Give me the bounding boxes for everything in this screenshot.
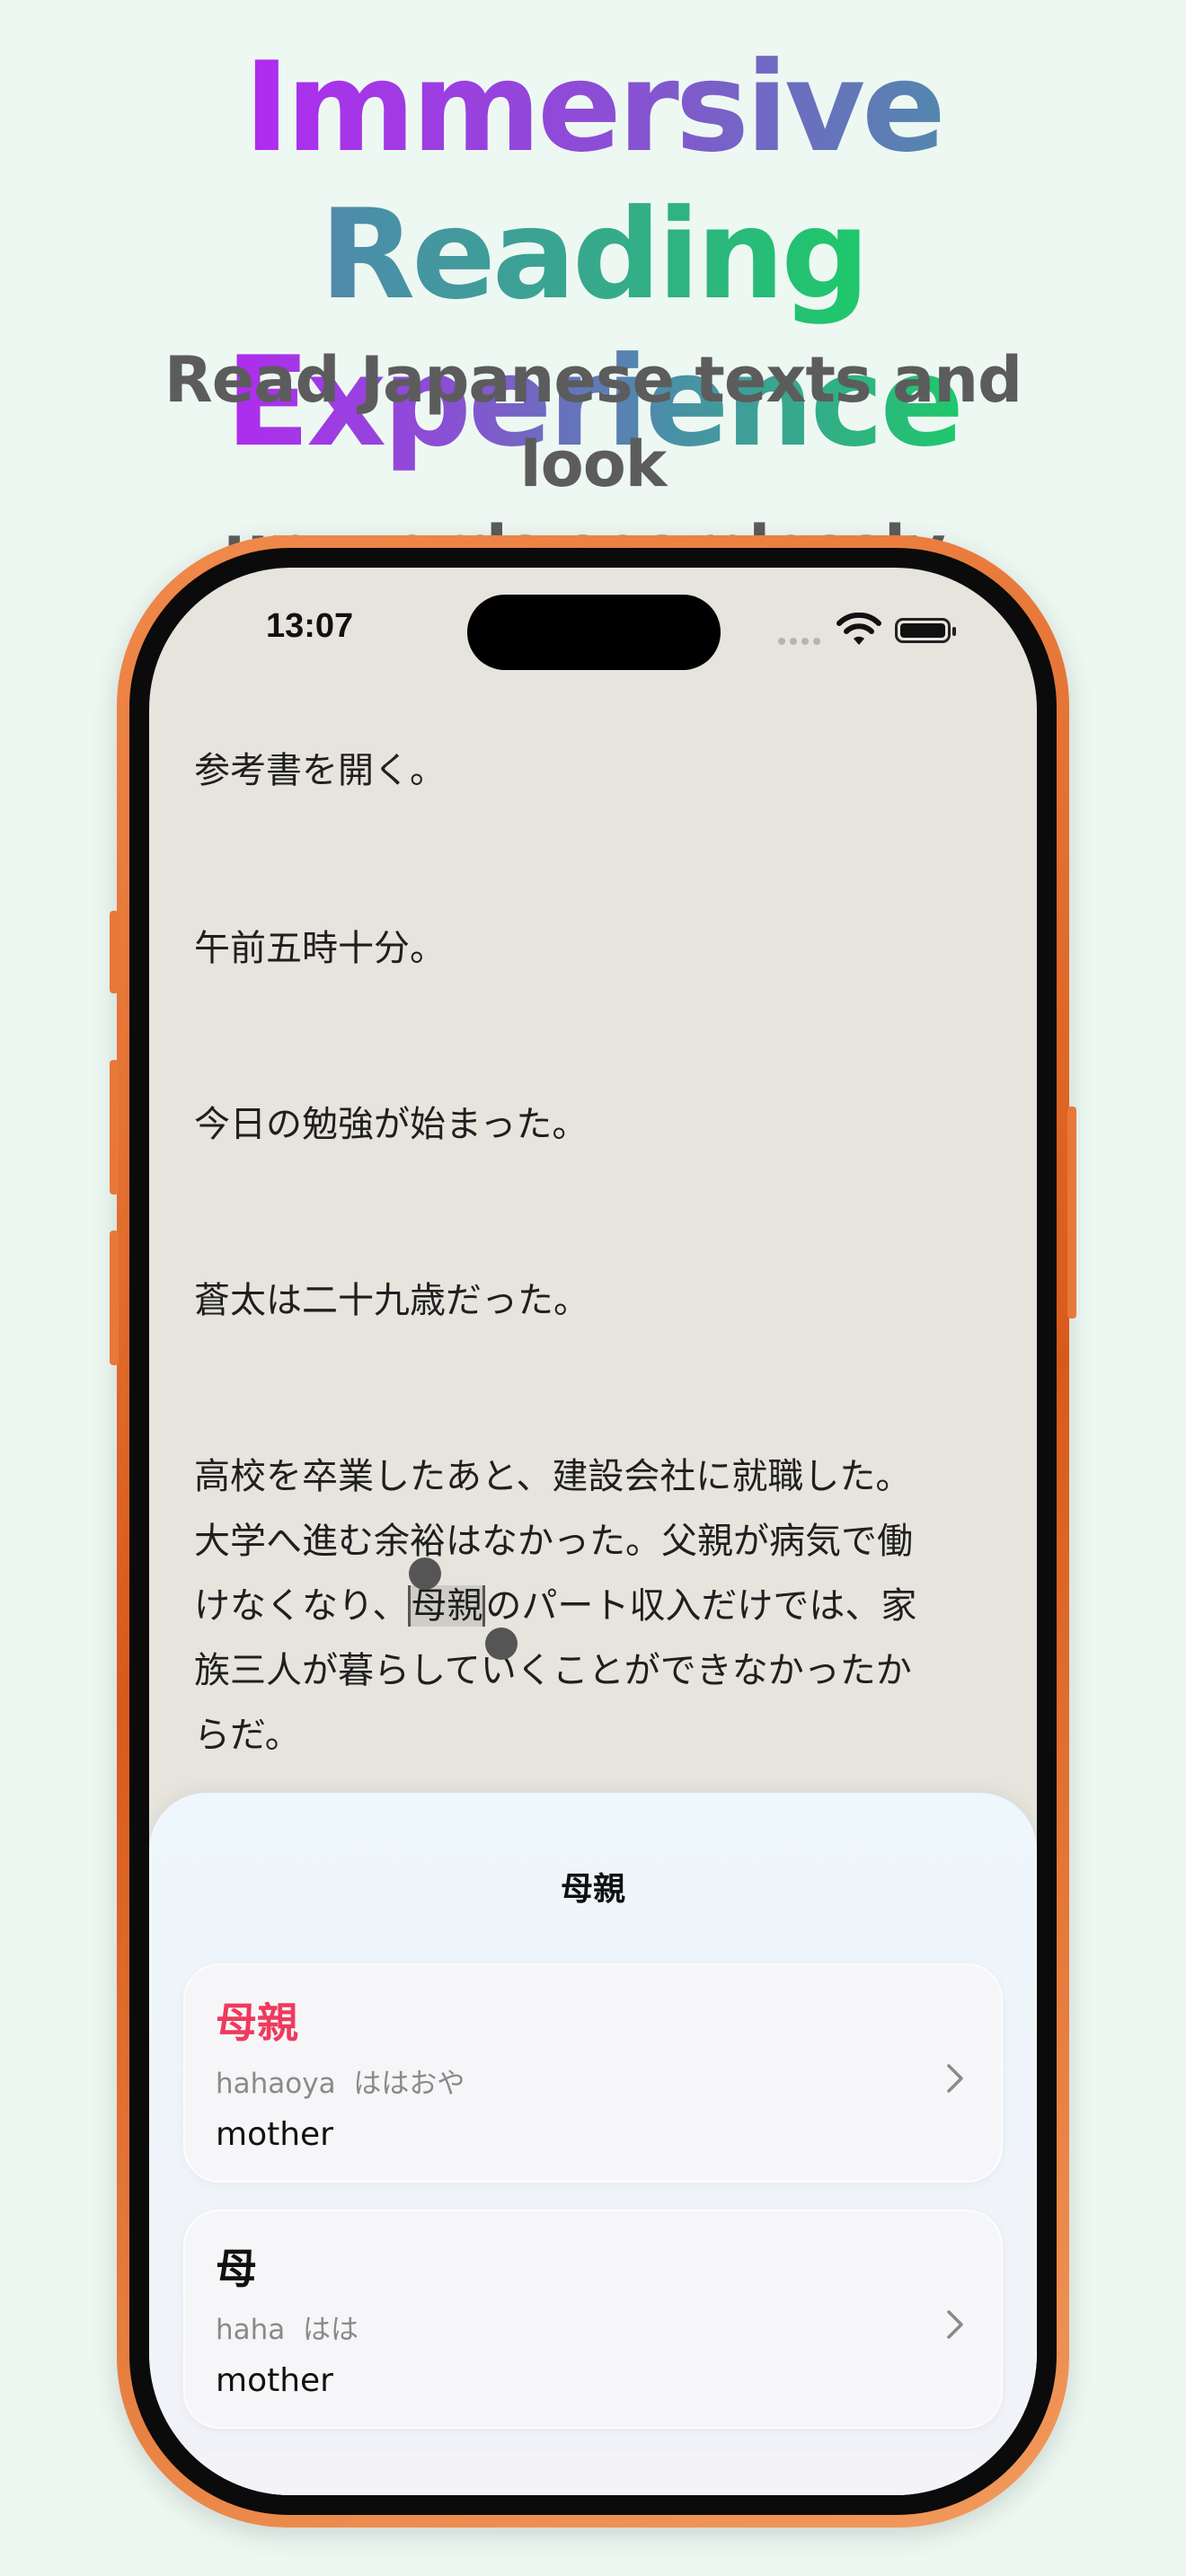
- result-card-haha[interactable]: 母 haha はは mother: [183, 2210, 1003, 2429]
- paragraph[interactable]: 参考書を開く。: [194, 738, 1003, 803]
- paragraph-line[interactable]: 族三人が暮らしていくことができなかったか: [194, 1638, 1003, 1703]
- result-romaji: hahaoya: [216, 2068, 336, 2100]
- status-time: 13:07: [266, 607, 354, 645]
- paragraph-line[interactable]: 高校を卒業したあと、建設会社に就職した。: [194, 1444, 1003, 1509]
- result-card-hahaoya[interactable]: 母親 hahaoya ははおや mother: [183, 1963, 1003, 2183]
- paragraph[interactable]: 午前五時十分。: [194, 916, 1003, 981]
- result-romaji: haha: [216, 2314, 286, 2346]
- cellular-signal-icon: [778, 638, 820, 645]
- wifi-icon: [836, 613, 881, 645]
- result-word: 母: [216, 2245, 257, 2293]
- result-card-peek[interactable]: [183, 2452, 1003, 2495]
- volume-down-button: [110, 1231, 119, 1365]
- paragraph-line[interactable]: 大学へ進む余裕はなかった。父親が病気で働: [194, 1509, 1003, 1574]
- dictionary-sheet: 母親 母親 hahaoya ははおや mother 母 haha はは moth…: [149, 1793, 1037, 2495]
- result-meaning: mother: [216, 2116, 333, 2153]
- selection-end-handle[interactable]: [485, 1628, 518, 1660]
- chevron-right-icon: [947, 2310, 963, 2339]
- result-meaning: mother: [216, 2362, 333, 2399]
- paragraph[interactable]: 今日の勉強が始まった。: [194, 1092, 1003, 1157]
- result-reading: hahaoya ははおや: [216, 2060, 465, 2101]
- paragraph-line[interactable]: けなくなり、母親のパート収入だけでは、家: [194, 1574, 1003, 1638]
- paragraph[interactable]: 高校を卒業したあと、建設会社に就職した。 大学へ進む余裕はなかった。父親が病気で…: [194, 1444, 1003, 1768]
- selected-word[interactable]: 母親: [408, 1585, 486, 1627]
- phone-screen: 13:07 参考書を開く。 午前五時十分。 今日の勉強が始まった。 蒼太は二十九…: [149, 568, 1037, 2495]
- result-kana: はは: [303, 2314, 359, 2346]
- headline-line-1: Immersive Reading: [243, 35, 946, 327]
- subtitle-line-1: Read Japanese texts and look: [164, 343, 1022, 501]
- paragraph-line[interactable]: らだ。: [194, 1703, 1003, 1768]
- dynamic-island: [467, 595, 721, 670]
- result-kana: ははおや: [353, 2068, 465, 2100]
- action-button: [110, 911, 119, 993]
- volume-up-button: [110, 1060, 119, 1195]
- result-reading: haha はは: [216, 2307, 358, 2347]
- battery-icon: [895, 618, 956, 643]
- chevron-right-icon: [947, 2064, 963, 2093]
- sheet-title: 母親: [560, 1871, 625, 1908]
- power-button: [1067, 1107, 1076, 1319]
- result-word: 母親: [216, 1998, 298, 2047]
- paragraph[interactable]: 蒼太は二十九歳だった。: [194, 1268, 1003, 1333]
- selection-start-handle[interactable]: [409, 1557, 441, 1590]
